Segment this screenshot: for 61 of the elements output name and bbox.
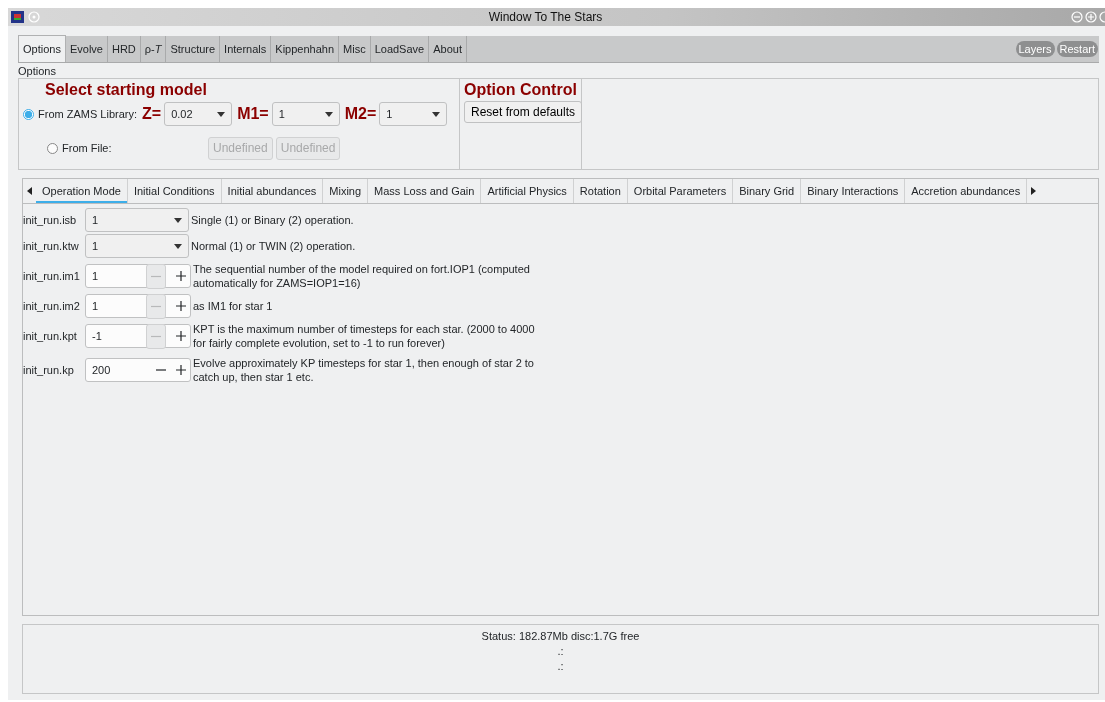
selector-dropdown[interactable]: 1: [379, 102, 448, 126]
section-tab[interactable]: Initial abundances: [221, 179, 324, 203]
parameter-name: init_run.kpt: [23, 330, 78, 342]
maximize-icon[interactable]: [1085, 11, 1097, 23]
selector-dropdown[interactable]: 1: [271, 102, 340, 126]
status-text: Status: 182.87Mb disc:1.7G free: [481, 629, 640, 644]
parameter-dropdown[interactable]: 1: [85, 208, 189, 232]
scroll-left-icon[interactable]: [27, 187, 32, 195]
section-tab[interactable]: Mass Loss and Gain: [368, 179, 482, 203]
parameter-spinbox[interactable]: 1: [85, 264, 191, 288]
section-tab[interactable]: Accretion abundances: [905, 179, 1028, 203]
parameter-description: The sequential number of the model required on fort.IOP1 (computed automatically for ZAMS=IOP1=16): [193, 262, 531, 290]
source-radio[interactable]: From ZAMS Library:: [23, 108, 137, 120]
section-tab[interactable]: Operation Mode: [36, 179, 128, 203]
section-tab[interactable]: Binary Grid: [733, 179, 802, 203]
plus-icon[interactable]: [176, 301, 186, 311]
window-title: Window To The Stars: [487, 10, 604, 24]
scroll-right-icon[interactable]: [1031, 187, 1037, 195]
selector-dropdown[interactable]: 0.02: [164, 102, 233, 126]
section-heading: Option Control: [464, 81, 577, 100]
dropdown-arrow-icon: [432, 111, 441, 117]
selector-label: Z=: [142, 105, 162, 123]
selector-label: M1=: [237, 105, 269, 123]
parameter-description: Single (1) or Binary (2) operation.: [191, 213, 355, 227]
parameter-spinbox[interactable]: -1: [85, 324, 191, 348]
tab[interactable]: Options: [18, 35, 66, 62]
plus-icon[interactable]: [176, 331, 186, 341]
dropdown-arrow-icon: [174, 243, 182, 249]
dropdown-arrow-icon: [324, 111, 333, 117]
parameter-name: init_run.kp: [23, 364, 75, 376]
parameter-name: init_run.isb: [23, 214, 78, 226]
group-title: Options: [18, 66, 57, 77]
section-tab[interactable]: Mixing: [323, 179, 369, 203]
section-heading: Select starting model: [45, 81, 208, 100]
plus-icon[interactable]: [176, 271, 186, 281]
reset-button[interactable]: Reset from defaults: [464, 101, 583, 123]
status-line: .:: [557, 659, 564, 674]
section-tab[interactable]: Rotation: [573, 179, 628, 203]
minimize-icon[interactable]: [1071, 11, 1083, 23]
parameter-description: Evolve approximately KP timesteps for star 1, then enough of star 2 to catch up, then star 1 etc.: [193, 356, 535, 384]
dropdown-arrow-icon: [217, 111, 226, 117]
source-radio[interactable]: From File:: [47, 142, 205, 154]
section-tab[interactable]: Artificial Physics: [481, 179, 574, 203]
close-icon[interactable]: [1099, 11, 1105, 23]
parameter-spinbox[interactable]: 200: [85, 358, 191, 382]
parameter-description: Normal (1) or TWIN (2) operation.: [191, 239, 357, 253]
section-tab[interactable]: Initial Conditions: [127, 179, 222, 203]
parameter-name: init_run.im2: [23, 300, 81, 312]
selector-label: M2=: [344, 105, 377, 123]
app-icon: [11, 11, 24, 23]
plus-icon[interactable]: [176, 365, 186, 375]
parameter-name: init_run.ktw: [23, 240, 80, 252]
parameter-dropdown[interactable]: 1: [85, 234, 189, 258]
parameter-description: KPT is the maximum number of timesteps for each star. (2000 to 4000 for fairly complete evolution, set to -1 to run forever): [193, 322, 536, 350]
parameter-description: as IM1 for star 1: [193, 299, 274, 313]
dropdown-arrow-icon: [174, 217, 182, 223]
section-tab[interactable]: Binary Interactions: [801, 179, 906, 203]
status-line: .:: [557, 644, 564, 659]
parameter-spinbox[interactable]: 1: [85, 294, 191, 318]
section-tab[interactable]: Orbital Parameters: [627, 179, 734, 203]
parameter-name: init_run.im1: [23, 270, 81, 282]
